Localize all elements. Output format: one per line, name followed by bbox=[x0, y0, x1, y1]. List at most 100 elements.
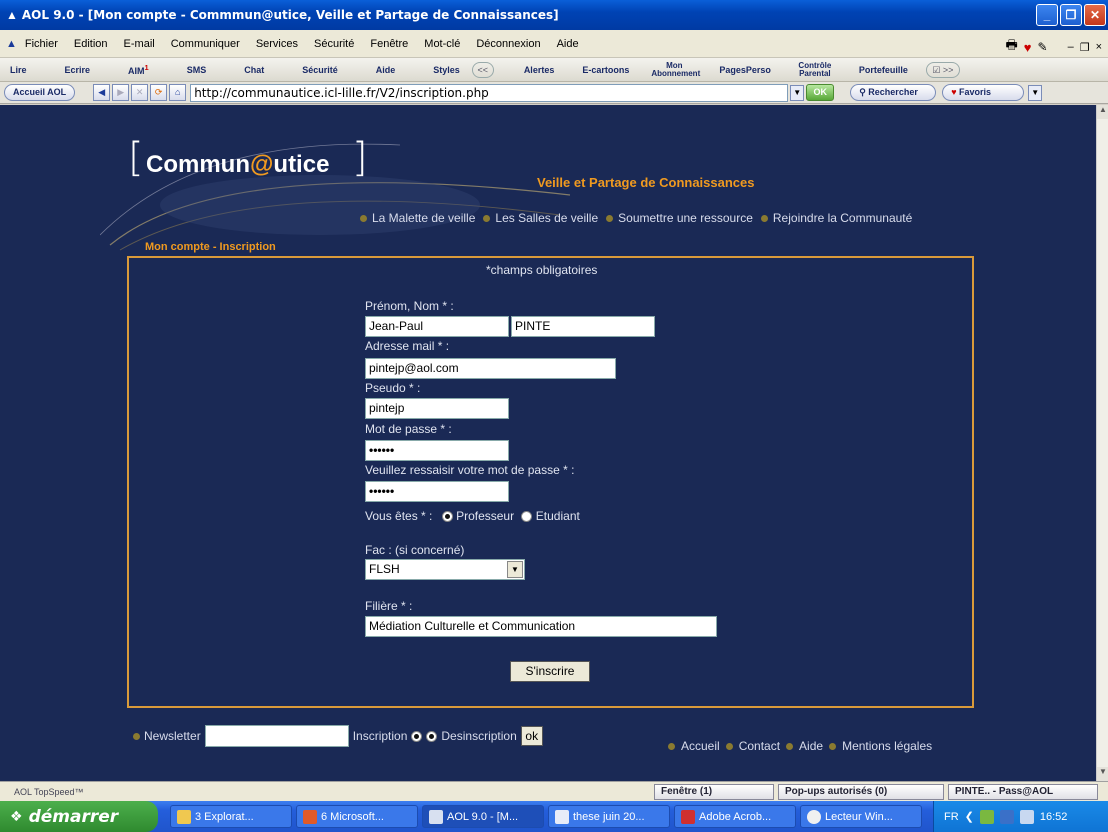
last-name-input[interactable]: PINTE bbox=[511, 316, 655, 337]
window-count-button[interactable]: Fenêtre (1) bbox=[654, 784, 774, 800]
password-input[interactable]: •••••• bbox=[365, 440, 509, 461]
volume-icon[interactable] bbox=[1019, 809, 1034, 824]
toolbar-controle-parental[interactable]: Contrôle Parental bbox=[795, 61, 835, 78]
favorites-dropdown-icon[interactable]: ▼ bbox=[1028, 84, 1043, 101]
toolbar-ecartoons[interactable]: E-cartoons bbox=[582, 65, 629, 75]
newsletter-inscription-label[interactable]: Inscription bbox=[353, 729, 408, 743]
window-title: AOL 9.0 - [Mon compte - Commmun@utice, V… bbox=[21, 8, 559, 22]
minimize-button[interactable]: _ bbox=[1036, 4, 1058, 26]
toolbar-mon-abonnement[interactable]: Mon Abonnement bbox=[651, 61, 700, 78]
url-input[interactable]: http://communautice.icl-lille.fr/V2/insc… bbox=[190, 83, 789, 102]
buddy-icon[interactable]: ✎ bbox=[1038, 40, 1048, 54]
scroll-up-icon[interactable]: ▲ bbox=[1097, 105, 1108, 119]
scroll-track[interactable] bbox=[1097, 119, 1108, 767]
newsletter-email-input[interactable] bbox=[204, 725, 349, 747]
newsletter-ok-button[interactable]: ok bbox=[520, 726, 543, 746]
refresh-icon[interactable]: ⟳ bbox=[150, 84, 168, 101]
url-dropdown-icon[interactable]: ▼ bbox=[790, 84, 805, 101]
start-button[interactable]: ❖ démarrer bbox=[0, 801, 158, 832]
task-aol[interactable]: AOL 9.0 - [M... bbox=[422, 805, 544, 828]
topspeed-label: AOL TopSpeed™ bbox=[14, 786, 84, 797]
task-acrobat[interactable]: Adobe Acrob... bbox=[674, 805, 796, 828]
maximize-button[interactable]: ❐ bbox=[1060, 4, 1082, 26]
toolbar-aim[interactable]: AIM1 bbox=[128, 63, 149, 76]
fac-select[interactable]: FLSH ▼ bbox=[365, 559, 525, 580]
menu-deconnexion[interactable]: Déconnexion bbox=[476, 38, 540, 50]
toolbar-lire[interactable]: Lire bbox=[10, 65, 27, 75]
toolbar-portefeuille[interactable]: Portefeuille bbox=[859, 65, 908, 75]
toolbar-alertes[interactable]: Alertes bbox=[524, 65, 555, 75]
role-professor-label[interactable]: Professeur bbox=[456, 509, 514, 523]
newsletter-subscribe-radio[interactable] bbox=[411, 730, 423, 742]
forward-icon[interactable]: ▶ bbox=[112, 84, 130, 101]
menu-aide[interactable]: Aide bbox=[557, 38, 579, 50]
nav-salles[interactable]: Les Salles de veille bbox=[483, 211, 598, 225]
role-student-radio[interactable] bbox=[521, 511, 533, 523]
toolbar-scroll-right-icon[interactable]: ☑ >> bbox=[925, 61, 960, 78]
task-word[interactable]: these juin 20... bbox=[548, 805, 670, 828]
go-button[interactable]: OK bbox=[806, 84, 835, 101]
menu-securite[interactable]: Sécurité bbox=[314, 38, 354, 50]
footer-links: Accueil Contact Aide Mentions légales bbox=[668, 739, 932, 753]
footer-link-mentions[interactable]: Mentions légales bbox=[842, 739, 932, 753]
email-input[interactable]: pintejp@aol.com bbox=[365, 358, 616, 379]
network-icon[interactable] bbox=[979, 809, 994, 824]
filiere-input[interactable]: Médiation Culturelle et Communication bbox=[365, 616, 717, 637]
site-logo[interactable]: Commun@utice bbox=[146, 151, 329, 179]
first-name-input[interactable]: Jean-Paul bbox=[365, 316, 509, 337]
toolbar-pagesperso[interactable]: PagesPerso bbox=[719, 65, 771, 75]
stop-icon[interactable]: ✕ bbox=[131, 84, 149, 101]
security-icon[interactable] bbox=[999, 809, 1014, 824]
menu-mot-cle[interactable]: Mot-clé bbox=[424, 38, 460, 50]
menu-edition[interactable]: Edition bbox=[74, 38, 108, 50]
toolbar-sms[interactable]: SMS bbox=[187, 65, 207, 75]
toolbar-securite[interactable]: Sécurité bbox=[302, 65, 338, 75]
task-microsoft[interactable]: 6 Microsoft... bbox=[296, 805, 418, 828]
task-explorer[interactable]: 3 Explorat... bbox=[170, 805, 292, 828]
toolbar-styles[interactable]: Styles bbox=[433, 65, 460, 75]
menu-fenetre[interactable]: Fenêtre bbox=[370, 38, 408, 50]
tray-expand-icon[interactable]: ❮ bbox=[965, 810, 974, 823]
home-button[interactable]: Accueil AOL bbox=[4, 84, 76, 101]
footer-link-aide[interactable]: Aide bbox=[799, 739, 823, 753]
toolbar-ecrire[interactable]: Ecrire bbox=[65, 65, 91, 75]
role-professor-radio[interactable] bbox=[441, 511, 453, 523]
nav-rejoindre[interactable]: Rejoindre la Communauté bbox=[760, 211, 912, 225]
favorites-button[interactable]: ♥ Favoris bbox=[942, 84, 1025, 101]
password-confirm-input[interactable]: •••••• bbox=[365, 481, 509, 502]
newsletter-desinscription-label[interactable]: Desinscription bbox=[441, 729, 516, 743]
vertical-scrollbar[interactable]: ▲ ▼ bbox=[1096, 105, 1108, 781]
back-icon[interactable]: ◀ bbox=[93, 84, 111, 101]
minimize-child-icon[interactable]: – bbox=[1068, 41, 1074, 53]
chevron-down-icon[interactable]: ▼ bbox=[507, 561, 523, 578]
toolbar-aide[interactable]: Aide bbox=[376, 65, 396, 75]
newsletter-unsubscribe-radio[interactable] bbox=[426, 730, 438, 742]
printer-icon[interactable]: 🖶 bbox=[1006, 36, 1018, 58]
menu-email[interactable]: E-mail bbox=[124, 38, 155, 50]
footer-link-accueil[interactable]: Accueil bbox=[681, 739, 720, 753]
role-student-label[interactable]: Etudiant bbox=[536, 509, 580, 523]
close-button[interactable]: ✕ bbox=[1084, 4, 1106, 26]
toolbar-scroll-left-icon[interactable]: << bbox=[471, 61, 494, 78]
toolbar-chat[interactable]: Chat bbox=[244, 65, 264, 75]
footer-link-contact[interactable]: Contact bbox=[739, 739, 780, 753]
menu-communiquer[interactable]: Communiquer bbox=[171, 38, 240, 50]
pass-aol-button[interactable]: PINTE.. - Pass@AOL bbox=[948, 784, 1098, 800]
menu-services[interactable]: Services bbox=[256, 38, 298, 50]
close-child-icon[interactable]: × bbox=[1096, 41, 1102, 53]
scroll-down-icon[interactable]: ▼ bbox=[1097, 767, 1108, 781]
popups-button[interactable]: Pop-ups autorisés (0) bbox=[778, 784, 944, 800]
restore-child-icon[interactable]: ❐ bbox=[1080, 41, 1090, 54]
heart-icon[interactable]: ♥ bbox=[1024, 40, 1032, 55]
language-indicator[interactable]: FR bbox=[944, 811, 959, 823]
newsletter-label: Newsletter bbox=[144, 729, 201, 743]
pseudo-input[interactable]: pintejp bbox=[365, 398, 509, 419]
search-button[interactable]: ⚲ Rechercher bbox=[850, 84, 937, 101]
media-player-icon bbox=[807, 809, 821, 824]
home-icon[interactable]: ⌂ bbox=[169, 84, 187, 101]
nav-soumettre[interactable]: Soumettre une ressource bbox=[606, 211, 753, 225]
menu-fichier[interactable]: Fichier bbox=[25, 38, 58, 50]
nav-malette[interactable]: La Malette de veille bbox=[360, 211, 475, 225]
task-media-player[interactable]: Lecteur Win... bbox=[800, 805, 922, 828]
register-button[interactable]: S'inscrire bbox=[510, 661, 590, 682]
